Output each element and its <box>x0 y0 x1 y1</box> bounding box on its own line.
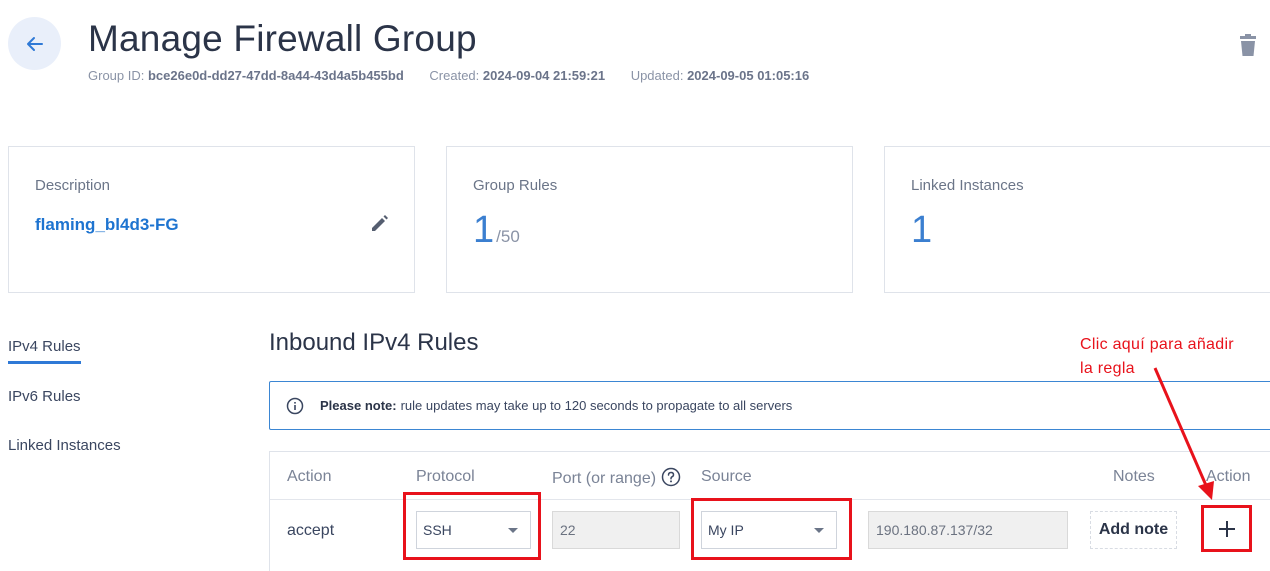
port-input[interactable]: 22 <box>552 511 680 549</box>
updated-label: Updated: <box>630 68 684 83</box>
column-action-2: Action <box>1206 468 1251 485</box>
source-ip-value: 190.180.87.137/32 <box>876 522 993 538</box>
column-action: Action <box>287 468 332 485</box>
source-ip-input[interactable]: 190.180.87.137/32 <box>868 511 1068 549</box>
annotation-line-2: la regla <box>1080 360 1135 377</box>
edit-description-button[interactable] <box>370 213 390 238</box>
port-input-value: 22 <box>560 522 576 538</box>
created-value: 2024-09-04 21:59:21 <box>482 68 606 83</box>
linked-instances-card: Linked Instances 1 <box>884 146 1270 293</box>
back-button[interactable] <box>8 17 61 70</box>
delete-group-button[interactable] <box>1237 34 1259 58</box>
linked-instances-label: Linked Instances <box>911 177 1024 194</box>
column-source: Source <box>701 468 752 485</box>
updated-value: 2024-09-05 01:05:16 <box>687 68 810 83</box>
sidebar-item-ipv4-rules[interactable]: IPv4 Rules <box>8 338 81 364</box>
add-rule-button[interactable] <box>1201 505 1252 552</box>
highlight-source <box>691 498 852 560</box>
description-value: flaming_bl4d3-FG <box>35 215 179 234</box>
created-label: Created: <box>429 68 480 83</box>
group-meta: Group ID: bce26e0d-dd27-47dd-8a44-43d4a5… <box>88 68 809 83</box>
trash-icon <box>1240 34 1256 56</box>
column-notes: Notes <box>1113 468 1155 485</box>
column-port: Port (or range) <box>552 467 681 488</box>
rule-action-value: accept <box>287 522 335 539</box>
page-title: Manage Firewall Group <box>88 18 477 59</box>
column-protocol: Protocol <box>416 468 475 485</box>
highlight-protocol <box>403 492 541 560</box>
description-card: Description flaming_bl4d3-FG <box>8 146 415 293</box>
plus-icon <box>1218 520 1235 537</box>
group-rules-count: 1/50 <box>473 209 520 252</box>
note-text: rule updates may take up to 120 seconds … <box>400 398 793 413</box>
group-rules-card: Group Rules 1/50 <box>446 146 853 293</box>
column-port-label: Port (or range) <box>552 470 657 487</box>
annotation-text: Clic aquí para añadir la regla <box>1080 333 1234 381</box>
note-bold: Please note: <box>320 398 397 413</box>
pencil-icon <box>372 215 388 231</box>
help-icon[interactable] <box>661 467 681 487</box>
arrow-left-icon <box>26 36 43 51</box>
linked-instances-count: 1 <box>911 209 933 251</box>
rules-count-value: 1 <box>473 209 495 251</box>
add-note-button[interactable]: Add note <box>1090 511 1177 549</box>
rules-max-value: /50 <box>496 227 520 246</box>
annotation-line-1: Clic aquí para añadir <box>1080 336 1234 353</box>
info-icon <box>286 397 304 414</box>
group-id-label: Group ID: <box>88 68 145 83</box>
sidebar-item-ipv6-rules[interactable]: IPv6 Rules <box>8 388 81 405</box>
group-id-value: bce26e0d-dd27-47dd-8a44-43d4a5b455bd <box>147 68 404 83</box>
sidebar-item-linked-instances[interactable]: Linked Instances <box>8 437 121 454</box>
group-rules-label: Group Rules <box>473 177 558 194</box>
info-note: Please note: rule updates may take up to… <box>269 381 1270 430</box>
section-title: Inbound IPv4 Rules <box>269 329 479 356</box>
description-label: Description <box>35 177 111 194</box>
